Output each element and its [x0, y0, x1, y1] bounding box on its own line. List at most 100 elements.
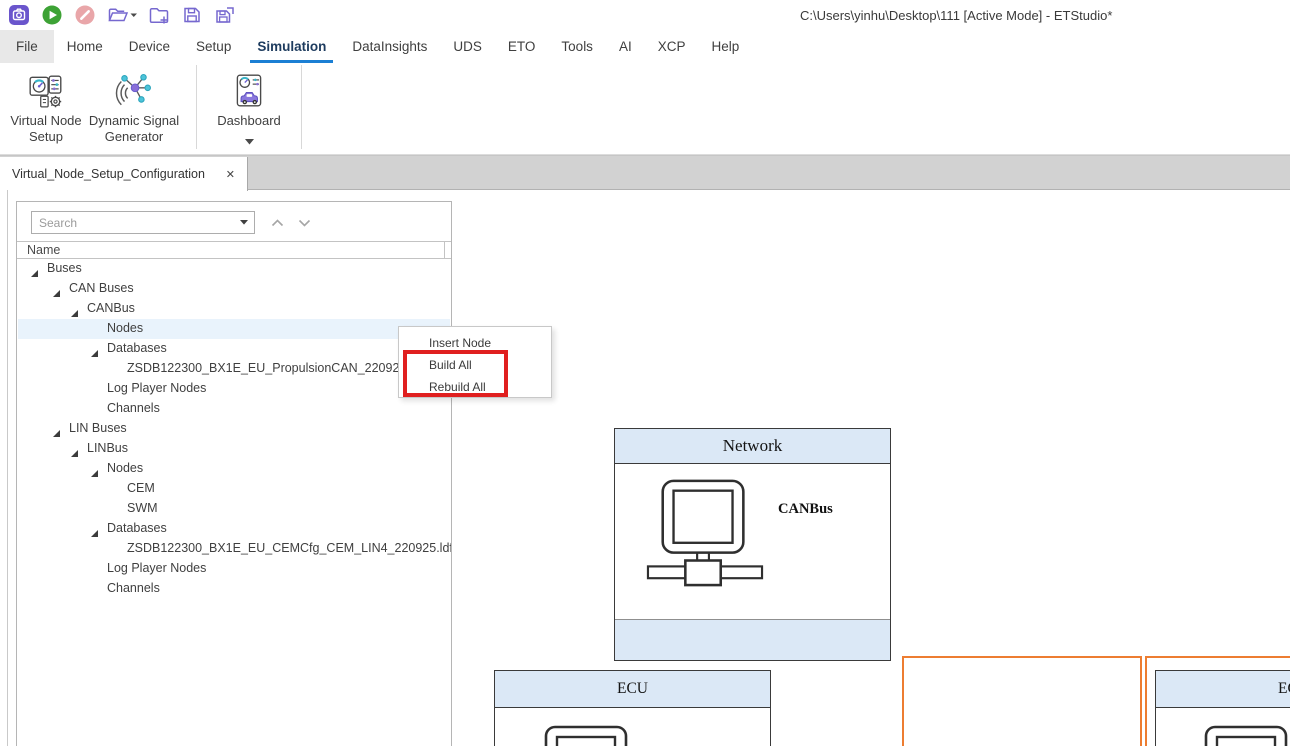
- tree-item-log-player-nodes[interactable]: Log Player Nodes: [18, 379, 450, 399]
- new-folder-icon[interactable]: [148, 4, 170, 26]
- tree-item-label: Nodes: [107, 461, 143, 475]
- red-annotation-box: [403, 350, 508, 397]
- tree-item-label: Log Player Nodes: [107, 561, 206, 575]
- tree-item-zsdb122300-bx1e-eu-cemcfg-cem-lin4-220925-ldf[interactable]: ZSDB122300_BX1E_EU_CEMCfg_CEM_LIN4_22092…: [18, 539, 450, 559]
- etstudio-window: C:\Users\yinhu\Desktop\111 [Active Mode]…: [0, 0, 1290, 746]
- bus-tree: Buses CAN Buses CANBus Nodes Databases ZSDB12…: [17, 259, 451, 746]
- expand-icon[interactable]: [90, 465, 99, 474]
- dashboard-button[interactable]: Dashboard: [209, 71, 289, 150]
- menu-item-label: AI: [619, 39, 632, 54]
- tree-item-label: CANBus: [87, 301, 135, 315]
- tree-item-label: Buses: [47, 261, 82, 275]
- menu-item-home[interactable]: Home: [54, 30, 116, 63]
- window-title: C:\Users\yinhu\Desktop\111 [Active Mode]…: [800, 8, 1112, 23]
- tab-close-icon[interactable]: ✕: [226, 168, 235, 181]
- dynamic-signal-generator-button[interactable]: Dynamic Signal Generator: [84, 71, 184, 145]
- menu-item-label: Help: [711, 39, 739, 54]
- tree-item-canbus[interactable]: CANBus: [18, 299, 450, 319]
- menu-item-datainsights[interactable]: DataInsights: [339, 30, 440, 63]
- expand-icon[interactable]: [52, 425, 61, 434]
- canbus-label: CANBus: [778, 501, 833, 518]
- menu-item-label: XCP: [658, 39, 686, 54]
- menu-item-device[interactable]: Device: [116, 30, 183, 63]
- tree-item-nodes[interactable]: Nodes: [18, 319, 450, 339]
- menu-bar: File HomeDevice Setup Simulation DataInsight…: [0, 30, 1290, 63]
- tree-item-can-buses[interactable]: CAN Buses: [18, 279, 450, 299]
- search-input[interactable]: [32, 216, 234, 230]
- tree-item-log-player-nodes[interactable]: Log Player Nodes: [18, 559, 450, 579]
- virtual-node-setup-button[interactable]: Virtual Node Setup: [8, 71, 84, 145]
- tree-item-label: ZSDB122300_BX1E_EU_CEMCfg_CEM_LIN4_22092…: [127, 541, 451, 555]
- menu-item-xcp[interactable]: XCP: [645, 30, 699, 63]
- menu-item-uds[interactable]: UDS: [440, 30, 495, 63]
- orange-region-box-right[interactable]: ECU: [1145, 656, 1290, 746]
- network-box-footer: [615, 619, 890, 660]
- tab-virtual-node-setup-configuration[interactable]: Virtual_Node_Setup_Configuration ✕: [0, 157, 248, 191]
- menu-item-eto[interactable]: ETO: [495, 30, 549, 63]
- tree-item-label: CAN Buses: [69, 281, 134, 295]
- virtual-node-explorer-panel: Name Buses CAN Buses CANBus Nodes Databases Z…: [16, 201, 452, 746]
- search-combo[interactable]: [31, 211, 255, 234]
- dashboard-dropdown-icon[interactable]: [245, 132, 254, 150]
- tree-item-label: Databases: [107, 341, 167, 355]
- ribbon-separator: [301, 65, 302, 149]
- tree-item-databases[interactable]: Databases: [18, 339, 450, 359]
- tree-item-nodes[interactable]: Nodes: [18, 459, 450, 479]
- orange-region-box[interactable]: [902, 656, 1142, 746]
- tree-item-databases[interactable]: Databases: [18, 519, 450, 539]
- tree-item-swm[interactable]: SWM: [18, 499, 450, 519]
- save-as-icon[interactable]: [214, 4, 236, 26]
- expand-icon[interactable]: [30, 265, 39, 274]
- tree-item-linbus[interactable]: LINBus: [18, 439, 450, 459]
- dropdown-icon[interactable]: [234, 220, 254, 225]
- tree-item-channels[interactable]: Channels: [18, 579, 450, 599]
- menu-item-simulation[interactable]: Simulation: [244, 30, 339, 63]
- dynamic-signal-generator-icon: [115, 71, 153, 111]
- save-icon[interactable]: [181, 4, 203, 26]
- expand-icon[interactable]: [70, 305, 79, 314]
- tree-item-label: LINBus: [87, 441, 128, 455]
- menu-item-label: ETO: [508, 39, 536, 54]
- tree-item-label: Databases: [107, 521, 167, 535]
- app-logo-icon: [8, 4, 30, 26]
- expand-icon[interactable]: [70, 445, 79, 454]
- menu-item-help[interactable]: Help: [698, 30, 752, 63]
- chevron-down-icon[interactable]: [294, 215, 314, 231]
- menu-item-tools[interactable]: Tools: [548, 30, 606, 63]
- tree-item-label: Channels: [107, 581, 160, 595]
- open-folder-icon[interactable]: [107, 4, 137, 26]
- tree-item-buses[interactable]: Buses: [18, 259, 450, 279]
- menu-item-label: UDS: [453, 39, 482, 54]
- column-header-label: Name: [27, 243, 60, 257]
- expand-icon[interactable]: [90, 525, 99, 534]
- computer-icon: [544, 725, 628, 746]
- menu-item-label: DataInsights: [352, 39, 427, 54]
- tree-column-header[interactable]: Name: [17, 241, 451, 259]
- tree-item-label: Log Player Nodes: [107, 381, 206, 395]
- quick-access-toolbar: [8, 4, 236, 26]
- ecu-box[interactable]: ECU: [494, 670, 771, 746]
- ribbon: Virtual Node Setup: [0, 63, 1290, 155]
- network-box[interactable]: Network CANBus: [614, 428, 891, 661]
- tree-item-cem[interactable]: CEM: [18, 479, 450, 499]
- tree-item-lin-buses[interactable]: LIN Buses: [18, 419, 450, 439]
- dynamic-signal-generator-label: Dynamic Signal Generator: [84, 113, 184, 145]
- document-tab-strip: Virtual_Node_Setup_Configuration ✕: [0, 155, 1290, 190]
- run-icon[interactable]: [41, 4, 63, 26]
- tree-item-label: Channels: [107, 401, 160, 415]
- menu-item-label: Setup: [196, 39, 231, 54]
- menu-item-ai[interactable]: AI: [606, 30, 645, 63]
- column-divider[interactable]: [444, 242, 445, 259]
- right-ecu-box[interactable]: ECU: [1155, 670, 1290, 746]
- tree-item-channels[interactable]: Channels: [18, 399, 450, 419]
- chevron-up-icon[interactable]: [267, 215, 287, 231]
- menu-item-setup[interactable]: Setup: [183, 30, 244, 63]
- expand-icon[interactable]: [52, 285, 61, 294]
- title-bar: C:\Users\yinhu\Desktop\111 [Active Mode]…: [0, 0, 1290, 30]
- expand-icon[interactable]: [90, 345, 99, 354]
- tree-item-zsdb122300-bx1e-eu-propulsioncan-220925[interactable]: ZSDB122300_BX1E_EU_PropulsionCAN_220925: [18, 359, 450, 379]
- menu-item-label: File: [16, 39, 38, 54]
- network-box-header: Network: [615, 429, 890, 464]
- document-border: [7, 190, 8, 746]
- menu-item-file[interactable]: File: [0, 30, 54, 63]
